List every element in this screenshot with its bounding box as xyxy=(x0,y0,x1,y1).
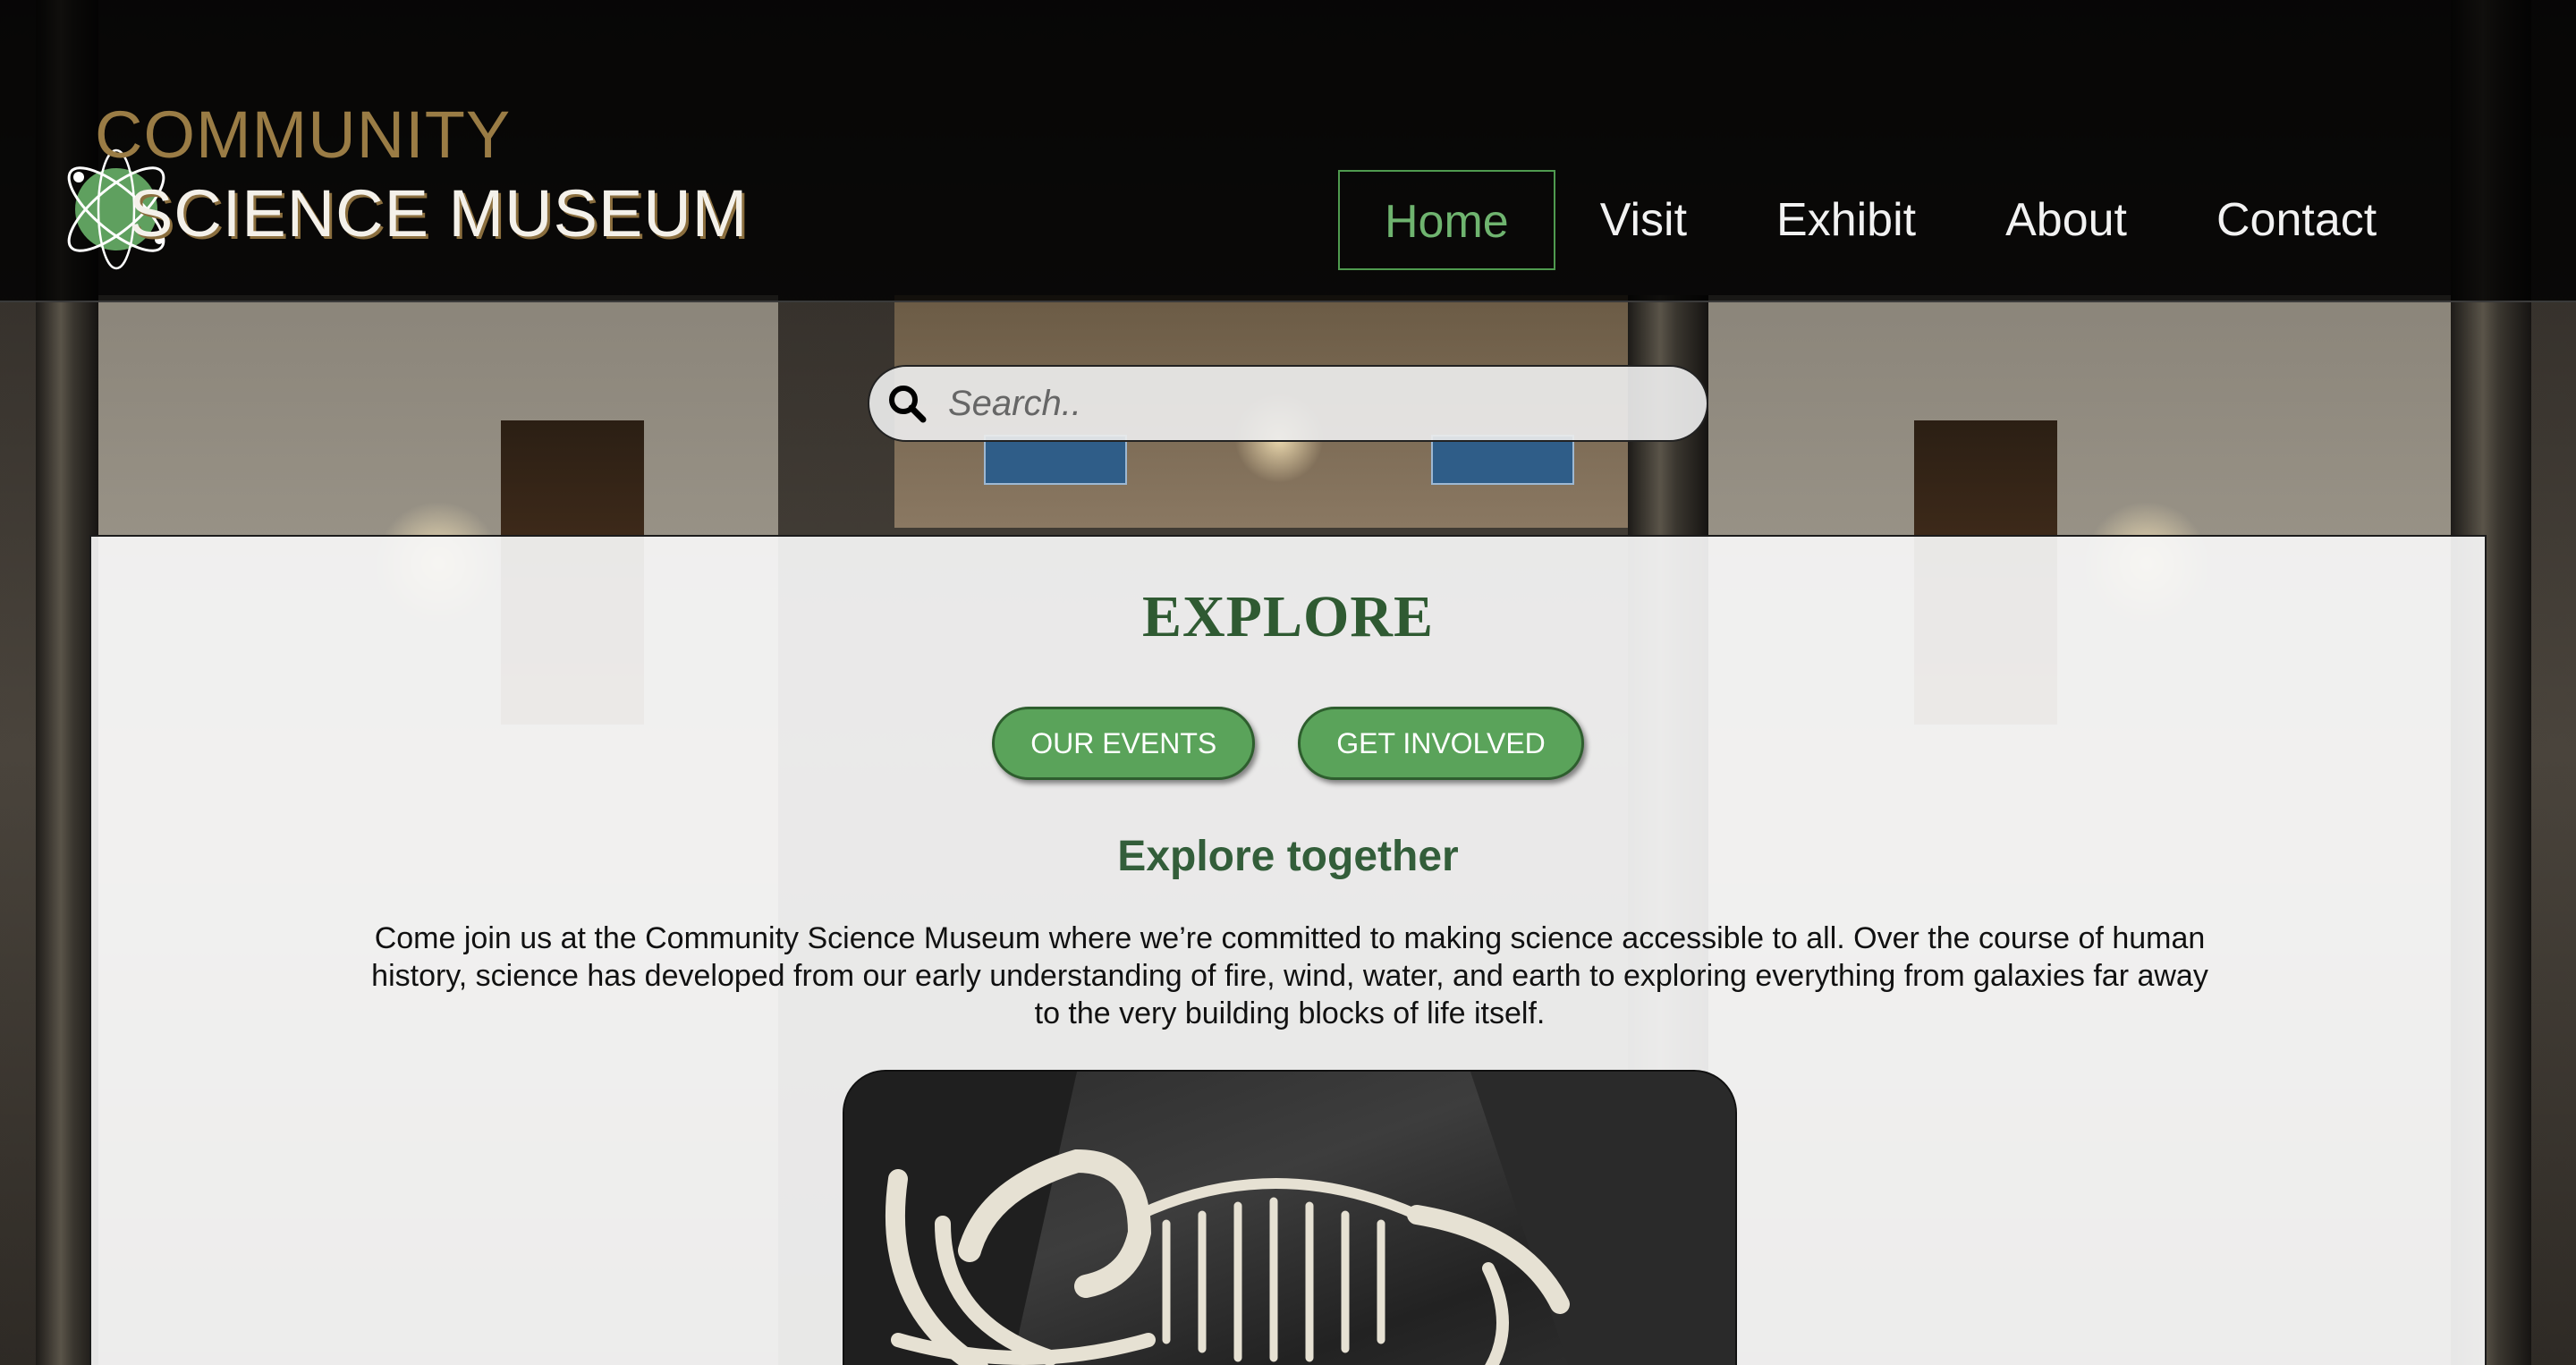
our-events-button[interactable]: OUR EVENTS xyxy=(992,707,1256,780)
section-subtitle: Explore together xyxy=(1117,833,1459,880)
mammoth-skeleton-icon xyxy=(844,1072,1735,1365)
page-title: EXPLORE xyxy=(1141,584,1435,649)
nav-about[interactable]: About xyxy=(1961,170,2172,270)
logo-text-science-museum: SCIENCE MUSEUM xyxy=(129,176,749,250)
search-bar xyxy=(868,365,1708,442)
explore-panel: EXPLORE OUR EVENTS GET INVOLVED Explore … xyxy=(89,535,2487,1365)
site-header: COMMUNITY SCIENCE MUSEUM Home Visit Exhi… xyxy=(0,0,2576,302)
logo-text-community: COMMUNITY xyxy=(95,98,512,172)
mammoth-skeleton-image xyxy=(843,1070,1737,1365)
nav-home[interactable]: Home xyxy=(1338,170,1555,270)
search-input[interactable] xyxy=(948,383,1664,424)
nav-exhibit[interactable]: Exhibit xyxy=(1732,170,1961,270)
nav-contact[interactable]: Contact xyxy=(2172,170,2421,270)
action-buttons: OUR EVENTS GET INVOLVED xyxy=(91,707,2485,780)
nav-visit[interactable]: Visit xyxy=(1555,170,1732,270)
main-nav: Home Visit Exhibit About Contact xyxy=(1338,170,2421,270)
get-involved-button[interactable]: GET INVOLVED xyxy=(1298,707,1584,780)
site-logo[interactable]: COMMUNITY SCIENCE MUSEUM xyxy=(52,97,747,276)
search-icon[interactable] xyxy=(887,384,927,423)
intro-paragraph: Come join us at the Community Science Mu… xyxy=(371,921,2208,1030)
